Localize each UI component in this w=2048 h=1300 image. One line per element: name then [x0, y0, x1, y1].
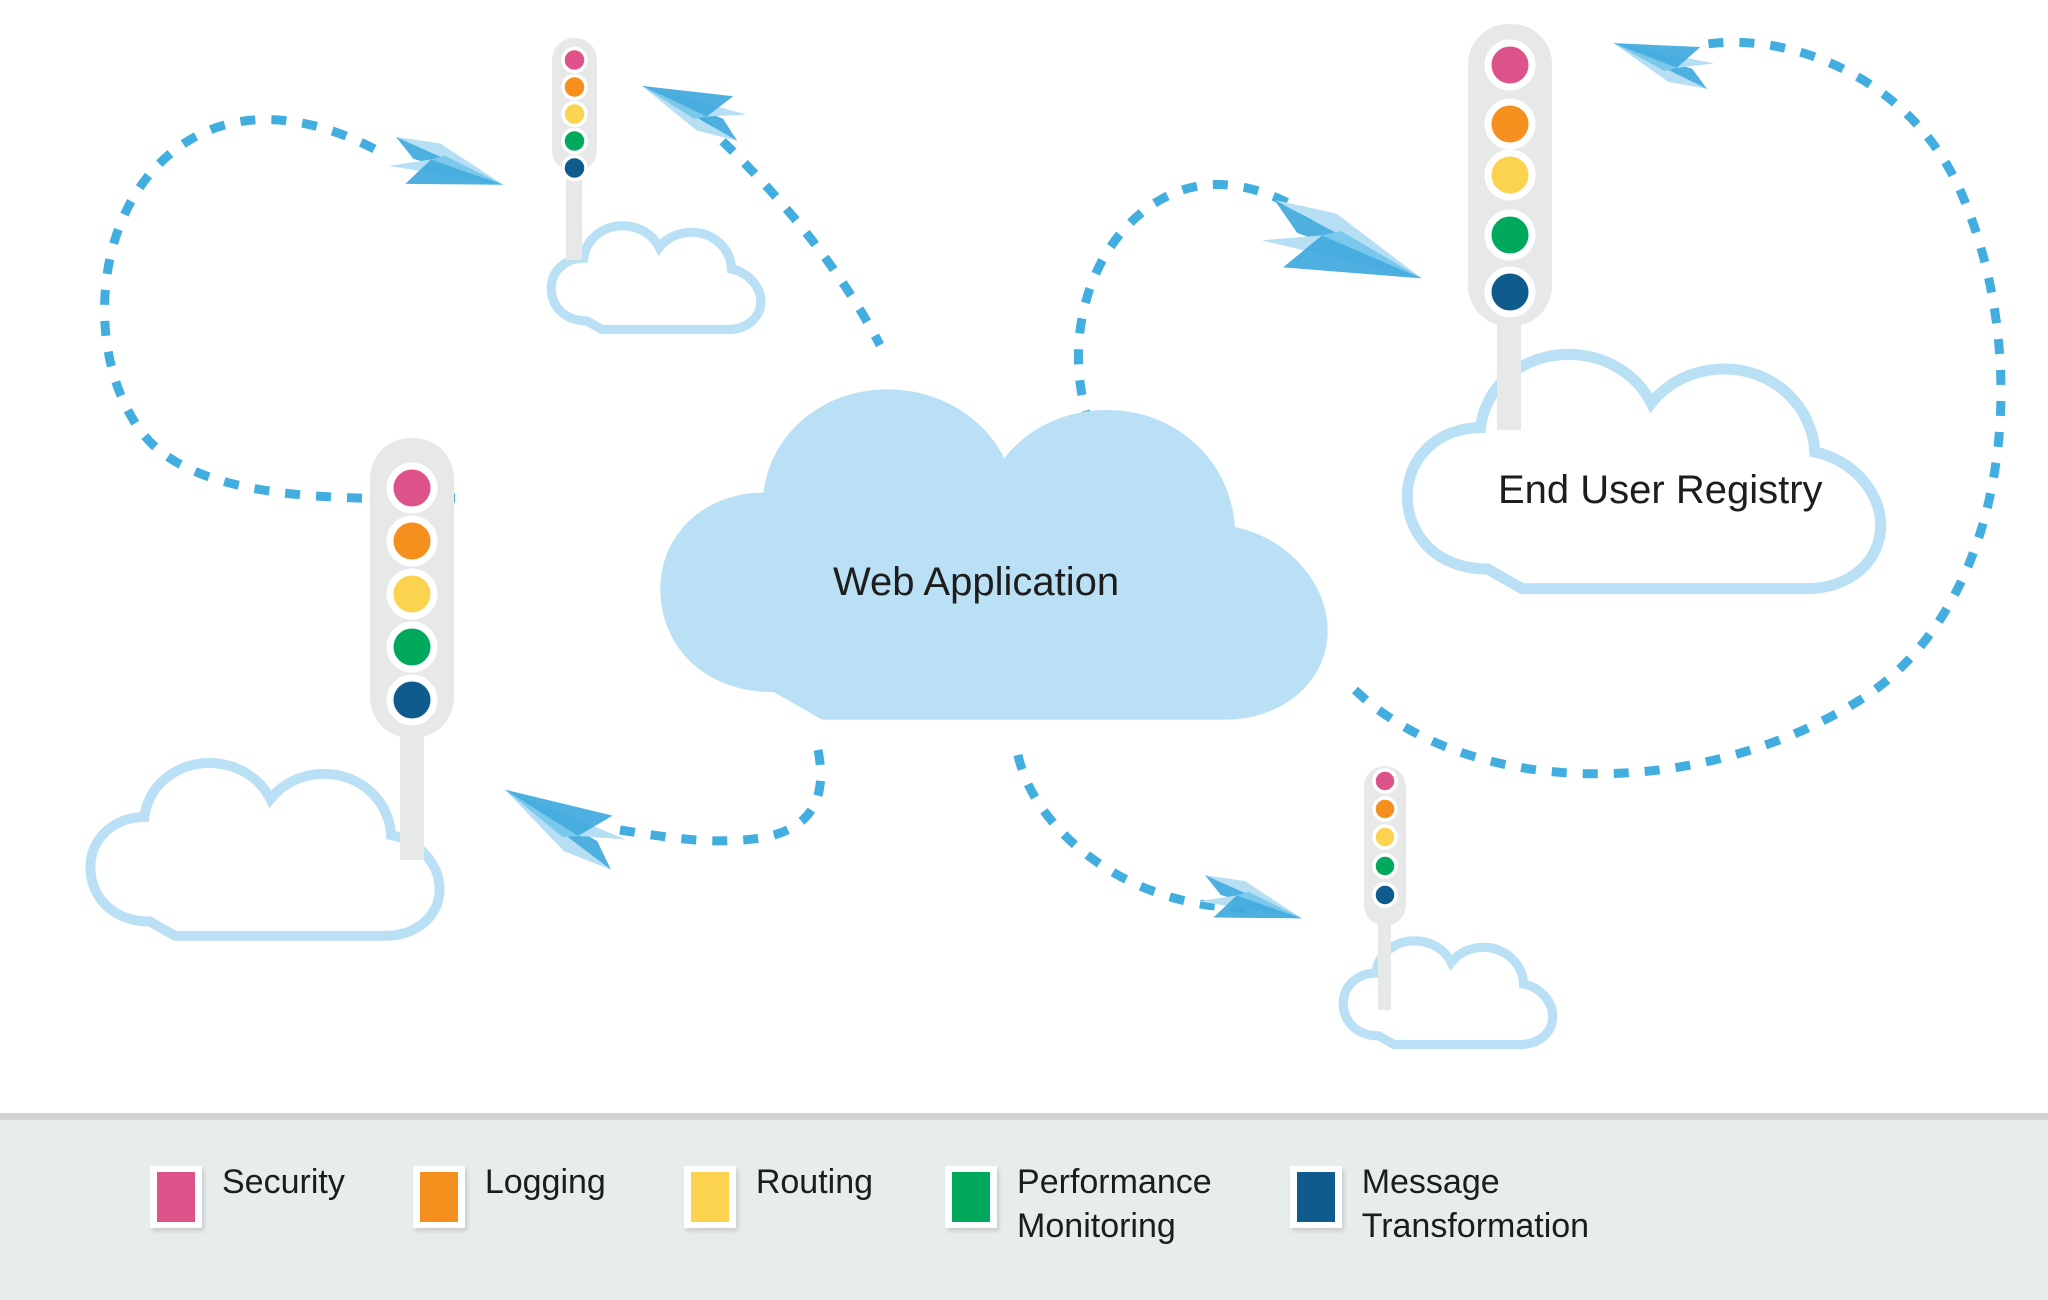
gateway-pole	[1378, 915, 1391, 1010]
legend-items: Security Logging Routing Performance Monito…	[150, 1160, 1589, 1248]
legend-swatch	[690, 1172, 729, 1222]
gateway-light-security	[1372, 768, 1398, 794]
gateway-top-left[interactable]	[552, 38, 597, 260]
legend-swatch-card	[683, 1166, 736, 1228]
legend-bar: Security Logging Routing Performance Monito…	[0, 1113, 2048, 1300]
paper-plane-icon-top-right	[1607, 29, 1717, 91]
paper-plane-icon-to-gateway-right	[1256, 197, 1433, 301]
gateway-left[interactable]	[370, 438, 454, 860]
gateway-light-transform	[386, 674, 438, 726]
gateway-light-security	[386, 462, 438, 514]
gateway-light-security	[561, 46, 588, 74]
gateway-light-performance	[561, 127, 588, 155]
legend-label: Message Transformation	[1361, 1163, 1590, 1245]
legend-swatch	[419, 1172, 458, 1222]
gateway-light-routing	[1484, 149, 1536, 201]
legend-label: Security	[222, 1163, 345, 1201]
legend-item-security[interactable]: Security	[150, 1160, 345, 1228]
cloud-bottom-right	[1343, 941, 1553, 1045]
gateway-light-routing	[386, 568, 438, 620]
legend-swatch-card	[945, 1166, 998, 1228]
diagram-canvas: Web Application End User Registry Securi…	[0, 0, 2048, 1300]
legend-item-routing[interactable]: Routing	[683, 1160, 874, 1228]
legend-item-message-transformation[interactable]: Message Transformation	[1289, 1160, 1590, 1248]
cloud-bottom-left	[90, 763, 439, 936]
cloud-top-left	[551, 226, 761, 330]
legend-swatch-card	[1289, 1166, 1342, 1228]
paper-plane-icon-top-left	[634, 71, 751, 143]
legend-swatch-card	[412, 1166, 465, 1228]
node-label-end-user-registry: End User Registry	[1498, 468, 1823, 512]
gateway-light-performance	[1372, 853, 1398, 879]
gateway-light-performance	[386, 621, 438, 673]
gateway-light-security	[1484, 39, 1536, 91]
gateway-light-transform	[1372, 882, 1398, 908]
paper-plane-icon-bottom-left	[491, 772, 633, 872]
node-label-web-application: Web Application	[833, 560, 1120, 604]
connector-web-to-topright	[1074, 180, 1328, 427]
gateway-pole	[400, 720, 424, 860]
gateway-light-routing	[1372, 824, 1398, 850]
gateway-light-performance	[1484, 209, 1536, 261]
legend-item-logging[interactable]: Logging	[412, 1160, 606, 1228]
legend-label: Performance Monitoring	[1017, 1163, 1212, 1245]
gateway-light-logging	[1372, 796, 1398, 822]
legend-label: Routing	[755, 1163, 874, 1201]
paper-plane-icon-left-loop	[386, 135, 509, 201]
gateway-light-logging	[561, 73, 588, 101]
gateway-light-logging	[386, 515, 438, 567]
legend-item-performance-monitoring[interactable]: Performance Monitoring	[945, 1160, 1212, 1248]
connector-web-to-bottomleft	[619, 749, 826, 846]
gateway-light-transform	[1484, 266, 1536, 318]
legend-label: Logging	[484, 1163, 606, 1201]
legend-swatch	[1296, 1172, 1335, 1222]
cloud-web-application	[660, 389, 1328, 720]
legend-swatch	[157, 1172, 195, 1222]
gateway-light-transform	[561, 154, 588, 182]
gateway-pole	[1497, 310, 1521, 430]
gateway-light-logging	[1484, 98, 1536, 150]
diagram-svg	[0, 24, 2006, 1300]
paper-plane-icon-bottom-right	[1196, 873, 1307, 933]
legend-swatch	[952, 1172, 991, 1222]
gateway-light-routing	[561, 100, 588, 128]
legend-swatch-card	[150, 1166, 202, 1228]
